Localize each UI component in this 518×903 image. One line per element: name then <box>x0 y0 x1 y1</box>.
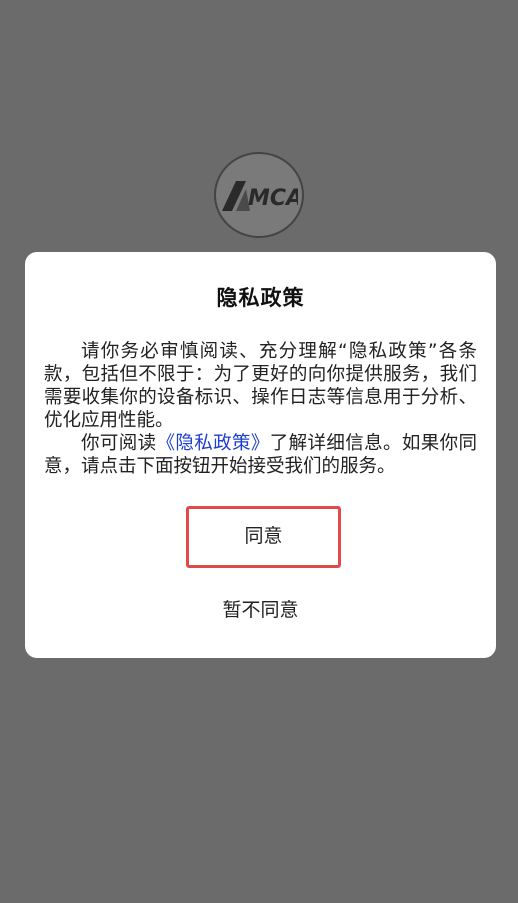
dialog-body: 请你务必审慎阅读、充分理解“隐私政策”各条款，包括但不限于：为了更好的向你提供服… <box>44 340 477 478</box>
dialog-title: 隐私政策 <box>216 286 305 310</box>
app-logo: MCA <box>214 152 304 238</box>
app-logo-icon: MCA <box>222 181 298 211</box>
agree-button[interactable]: 同意 <box>186 506 341 568</box>
privacy-policy-link[interactable]: 《隐私政策》 <box>157 433 270 454</box>
svg-text:MCA: MCA <box>248 186 298 211</box>
paragraph-2-lead: 你可阅读 <box>81 433 157 454</box>
privacy-paragraph-2: 你可阅读《隐私政策》了解详细信息。如果你同意，请点击下面按钮开始接受我们的服务。 <box>44 432 477 478</box>
privacy-dialog: 隐私政策 请你务必审慎阅读、充分理解“隐私政策”各条款，包括但不限于：为了更好的… <box>25 252 496 658</box>
agree-button-label: 同意 <box>244 524 283 547</box>
disagree-button[interactable]: 暂不同意 <box>25 595 496 622</box>
privacy-paragraph-1: 请你务必审慎阅读、充分理解“隐私政策”各条款，包括但不限于：为了更好的向你提供服… <box>44 341 477 431</box>
